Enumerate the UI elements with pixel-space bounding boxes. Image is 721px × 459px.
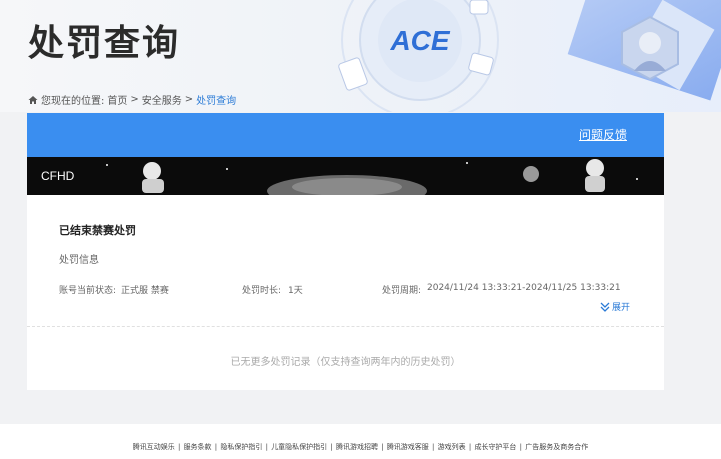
feedback-link[interactable]: 问题反馈 [579, 126, 627, 143]
ban-status-title: 已结束禁赛处罚 [59, 224, 136, 237]
breadcrumb-security[interactable]: 安全服务 [142, 92, 182, 107]
period-label: 处罚周期: [382, 286, 422, 296]
card-header: 问题反馈 [27, 113, 664, 157]
breadcrumb-separator: > [130, 94, 139, 105]
footer-link[interactable]: 腾讯互动娱乐 [132, 443, 176, 451]
breadcrumb-prefix: 您现在的位置: [41, 96, 105, 107]
game-banner: CFHD [27, 157, 664, 195]
breadcrumb-home[interactable]: 首页 [107, 92, 127, 107]
breadcrumb-current: 处罚查询 [196, 96, 237, 107]
breadcrumb-separator: > [184, 94, 194, 105]
character-avatar-icon [621, 15, 679, 81]
footer-link[interactable]: 腾讯游戏招聘 [335, 443, 379, 451]
duration-label: 处罚时长: [242, 286, 282, 296]
footer-link[interactable]: 隐私保护指引 [219, 443, 263, 451]
footer-links: 腾讯互动娱乐 | 服务条款 | 隐私保护指引 | 儿童隐私保护指引 | 腾讯游戏… [132, 443, 589, 451]
duration-value: 1天 [288, 286, 303, 296]
footer-link[interactable]: 成长守护平台 [473, 443, 517, 451]
footer-link[interactable]: 游戏列表 [437, 443, 467, 451]
period-value: 2024/11/24 13:33:21-2024/11/25 13:33:21 [427, 283, 621, 293]
penalty-info-row: 账号当前状态: 正式服 禁赛 处罚时长: 1天 处罚周期: 2024/11/24… [59, 283, 639, 297]
breadcrumb: 您现在的位置: 首页 > 安全服务 > 处罚查询 [28, 92, 236, 107]
ace-logo-icon: ACE [338, 0, 499, 112]
footer-link[interactable]: 腾讯游戏客服 [386, 443, 430, 451]
logo-text: ACE [389, 25, 450, 56]
footer-link[interactable]: 广告服务及商务合作 [524, 443, 589, 451]
double-chevron-down-icon [600, 302, 610, 312]
footer-link[interactable]: 儿童隐私保护指引 [270, 443, 328, 451]
section-label: 处罚信息 [59, 255, 99, 266]
page-title: 处罚查询 [28, 23, 181, 64]
no-more-records-text: 已无更多处罚记录（仅支持查询两年内的历史处罚） [230, 357, 461, 368]
footer-link[interactable]: 服务条款 [183, 443, 213, 451]
account-status-label: 账号当前状态: [59, 286, 117, 296]
expand-button[interactable]: 展开 [600, 300, 630, 313]
home-icon [28, 95, 38, 104]
expand-label: 展开 [612, 303, 631, 313]
footer: 腾讯互动娱乐 | 服务条款 | 隐私保护指引 | 儿童隐私保护指引 | 腾讯游戏… [0, 424, 721, 459]
space-illustration [106, 159, 638, 195]
penalty-card: 问题反馈 CFHD 已结束禁赛处罚 处罚信息 账号当前状态: 正式服 禁赛 处罚… [27, 113, 664, 390]
account-status-value: 正式服 禁赛 [121, 286, 169, 296]
divider [27, 326, 664, 327]
